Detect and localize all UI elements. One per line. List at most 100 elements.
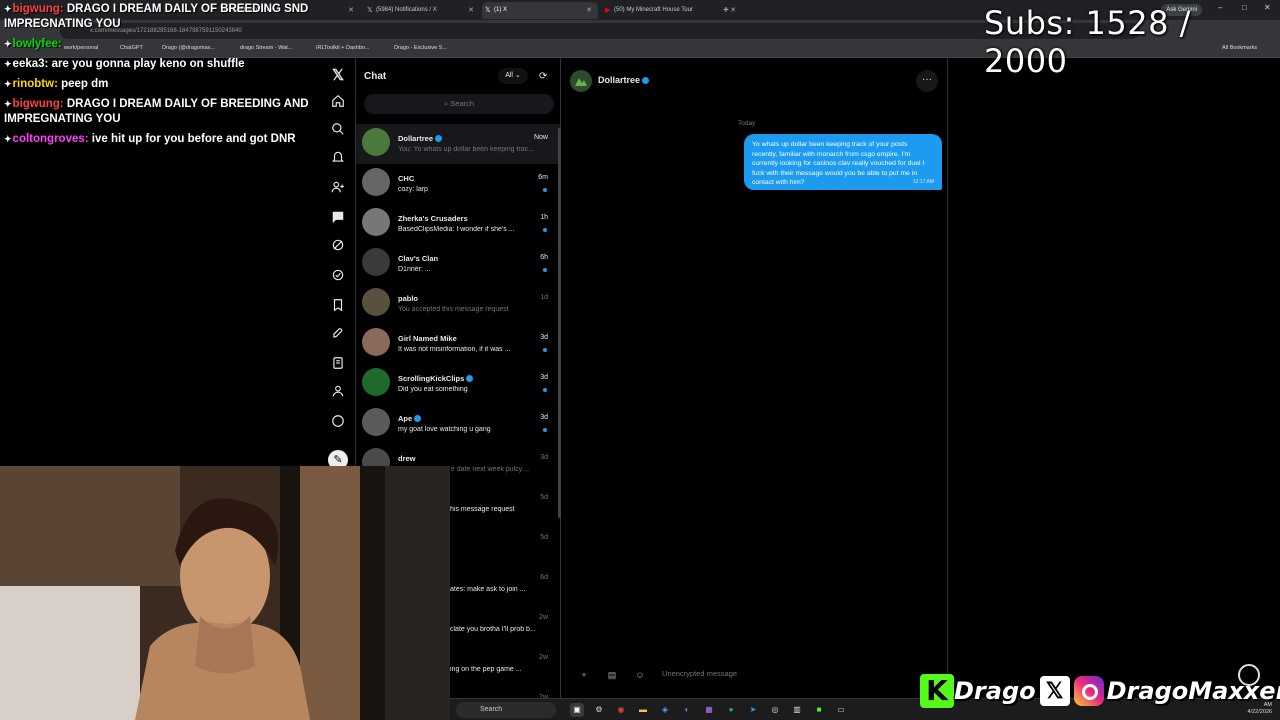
avatar <box>362 248 390 276</box>
taskbar-search[interactable]: Search <box>456 702 556 718</box>
settings-icon[interactable]: ⚙ <box>592 703 606 717</box>
add-icon[interactable]: + <box>576 667 592 683</box>
message-text: Yo whats up dollar been keeping track of… <box>752 141 925 186</box>
avatar <box>362 368 390 396</box>
conversation-time: 1d <box>540 294 548 301</box>
task-view-icon[interactable]: ▣ <box>570 703 584 717</box>
conversation-time: 3d <box>540 454 548 461</box>
badge-icon: ✦ <box>4 134 12 144</box>
verified-badge-icon <box>642 77 650 84</box>
file-explorer-icon[interactable]: ▬ <box>636 703 650 717</box>
bookmarks-icon[interactable] <box>328 298 348 318</box>
conversation-name: ScrollingKickClips <box>398 374 474 383</box>
unread-dot-icon <box>543 428 547 432</box>
conversation-name: Zherka's Crusaders <box>398 214 468 223</box>
emoji-icon[interactable]: ☺ <box>632 667 648 683</box>
conversation-preview: clate you brotha I'll prob b... <box>450 626 536 633</box>
messages-icon[interactable] <box>328 210 348 230</box>
conversation-name-text: Ape <box>398 414 413 423</box>
socials-overlay: K Drago 𝕏 DragoMaxxer <box>920 672 1280 710</box>
chat-message: ✦rinobtw: peep dm <box>0 77 330 92</box>
filter-label: All <box>505 72 513 79</box>
close-icon[interactable]: ✕ <box>586 2 592 19</box>
obs-icon[interactable]: ◎ <box>768 703 782 717</box>
conversation-item[interactable]: Ape my goat love watching u gang 3d <box>356 404 560 444</box>
x-logo-icon: 𝕏 <box>485 7 491 14</box>
bookmark-item[interactable]: Drago - Exclusive S... <box>394 45 447 51</box>
lists-icon[interactable] <box>328 356 348 376</box>
chrome-icon[interactable]: ◉ <box>614 703 628 717</box>
message-composer: + ▤ ☺ Unencrypted message <box>572 664 938 686</box>
unread-dot-icon <box>543 188 547 192</box>
more-options-button[interactable]: ··· <box>916 70 938 92</box>
grok-icon[interactable] <box>328 238 348 258</box>
message-input[interactable]: Unencrypted message <box>662 669 737 678</box>
discord-icon[interactable]: ◐ <box>680 703 694 717</box>
notifications-icon[interactable] <box>328 150 348 170</box>
conversation-name[interactable]: Dollartree <box>598 75 650 85</box>
close-icon[interactable]: ✕ <box>348 2 354 19</box>
telegram-icon[interactable]: ➤ <box>746 703 760 717</box>
message-time: 12:17 AM <box>912 178 934 185</box>
new-tab-button[interactable]: + <box>720 2 736 19</box>
minecraft-icon[interactable]: ■ <box>812 703 826 717</box>
sub-goal-counter: Subs: 1528 / 2000 <box>984 4 1191 80</box>
unread-dot-icon <box>543 268 547 272</box>
conversation-name-text: Girl Named Mike <box>398 334 457 343</box>
chevron-down-icon: ⌄ <box>514 72 521 79</box>
close-icon[interactable]: ✕ <box>468 2 474 19</box>
badge-icon: ✦ <box>4 79 12 89</box>
app-icon[interactable]: ▥ <box>790 703 804 717</box>
conversation-time: 6d <box>540 574 548 581</box>
conversation-name: CHC <box>398 174 414 183</box>
communities-icon[interactable] <box>328 268 348 288</box>
unread-dot-icon <box>543 388 547 392</box>
chat-message: ✦coltongroves: ive hit up for you before… <box>0 132 330 147</box>
avatar[interactable] <box>570 70 592 92</box>
message-bubble[interactable]: Yo whats up dollar been keeping track of… <box>744 134 942 190</box>
conversation-preview: D1nner: ... <box>398 266 431 273</box>
gif-icon[interactable]: ▤ <box>604 667 620 683</box>
app-icon[interactable]: ▦ <box>702 703 716 717</box>
conversation-time: 2w <box>539 614 548 621</box>
home-icon[interactable] <box>328 94 348 114</box>
youtube-icon: ▶ <box>605 7 611 14</box>
avatar <box>362 328 390 356</box>
conversation-time: 5d <box>540 494 548 501</box>
explore-icon[interactable] <box>328 122 348 142</box>
conversation-preview: You accepted this message request <box>398 306 509 313</box>
badge-icon: ✦ <box>4 59 12 69</box>
filter-dropdown[interactable]: All ⌄ <box>498 68 528 84</box>
more-icon[interactable] <box>328 414 348 434</box>
conversation-item[interactable]: Clav's Clan D1nner: ... 6h <box>356 244 560 284</box>
follow-icon[interactable] <box>328 180 348 200</box>
webcam-feed <box>0 466 450 720</box>
chat-message: ✦bigwung: DRAGO I DREAM DAILY OF BREEDIN… <box>0 97 330 127</box>
chat-list-scrollbar[interactable] <box>558 128 561 518</box>
chat-username: rinobtw: <box>12 78 58 90</box>
conversation-time: 2w <box>539 654 548 661</box>
spotify-icon[interactable]: ● <box>724 703 738 717</box>
conversation-item[interactable]: Dollartree You: Yo whats up dollar been k… <box>356 124 560 164</box>
conversation-item[interactable]: CHC cozy: larp 6m <box>356 164 560 204</box>
x-logo-icon[interactable]: 𝕏 <box>328 66 348 86</box>
profile-icon[interactable] <box>328 384 348 404</box>
conversation-item[interactable]: ScrollingKickClips Did you eat something 3… <box>356 364 560 404</box>
day-divider: Today <box>738 120 756 127</box>
x-logo-icon: 𝕏 <box>1039 676 1070 706</box>
search-input[interactable]: ⌕ Search <box>364 94 554 114</box>
tab-title: (50) My Minecraft House Tour <box>614 7 693 13</box>
steam-icon[interactable]: ◈ <box>658 703 672 717</box>
new-chat-icon[interactable]: ⟳ <box>539 71 547 82</box>
tab-x-messages[interactable]: 𝕏 (1) X ✕ <box>482 2 598 19</box>
tab-notifications[interactable]: 𝕏 (5984) Notifications / X ✕ <box>364 2 480 19</box>
conversation-time: 5d <box>540 534 548 541</box>
conversation-item[interactable]: pablo You accepted this message request 1d <box>356 284 560 324</box>
rocket-icon[interactable] <box>328 326 348 346</box>
app-icon[interactable]: ▭ <box>834 703 848 717</box>
conversation-item[interactable]: Zherka's Crusaders BasedClipsMedia: I won… <box>356 204 560 244</box>
avatar <box>362 408 390 436</box>
conversation-time: 3d <box>540 374 548 381</box>
chat-title: Chat <box>364 71 387 82</box>
conversation-item[interactable]: Girl Named Mike It was not misinformation… <box>356 324 560 364</box>
